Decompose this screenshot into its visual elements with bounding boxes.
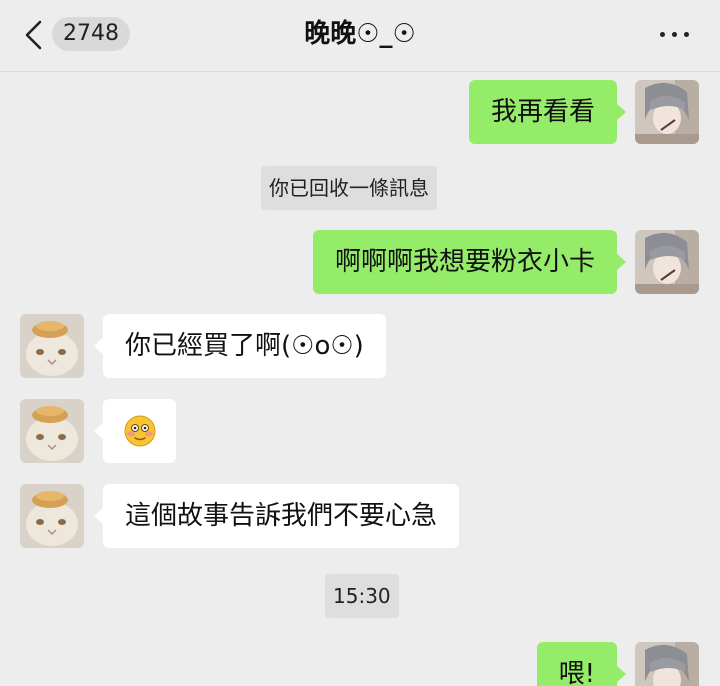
self-avatar[interactable] <box>635 80 699 144</box>
chat-title: 晚晚☉_☉ <box>304 19 416 49</box>
contact-avatar[interactable] <box>20 484 84 548</box>
system-recall-notice: 你已回收一條訊息 <box>261 166 437 210</box>
flushed-smiley-icon <box>124 415 156 447</box>
message-bubble-contact[interactable]: 你已經買了啊(☉o☉) <box>94 314 386 378</box>
message-bubble-self[interactable]: 我再看看 <box>468 80 627 144</box>
unread-count-badge[interactable]: 2748 <box>52 17 130 51</box>
message-bubble-contact[interactable]: 這個故事告訴我們不要心急 <box>93 484 460 548</box>
self-avatar[interactable] <box>635 642 699 686</box>
chat-header: 2748 晚晚☉_☉ <box>0 0 720 72</box>
chevron-left-icon[interactable] <box>22 18 46 52</box>
message-bubble-self[interactable]: 喂! <box>536 642 627 686</box>
self-avatar[interactable] <box>635 230 699 294</box>
message-bubble-contact[interactable] <box>94 399 176 463</box>
more-dots-icon[interactable] <box>658 28 692 42</box>
contact-avatar[interactable] <box>20 314 84 378</box>
message-bubble-self[interactable]: 啊啊啊我想要粉衣小卡 <box>312 230 627 294</box>
contact-avatar[interactable] <box>20 399 84 463</box>
timestamp-divider: 15:30 <box>325 574 399 618</box>
chat-screen: 2748 晚晚☉_☉ 我再看看 你已回收一條訊息 啊啊啊我想要粉衣小卡 你已經買… <box>0 0 720 686</box>
